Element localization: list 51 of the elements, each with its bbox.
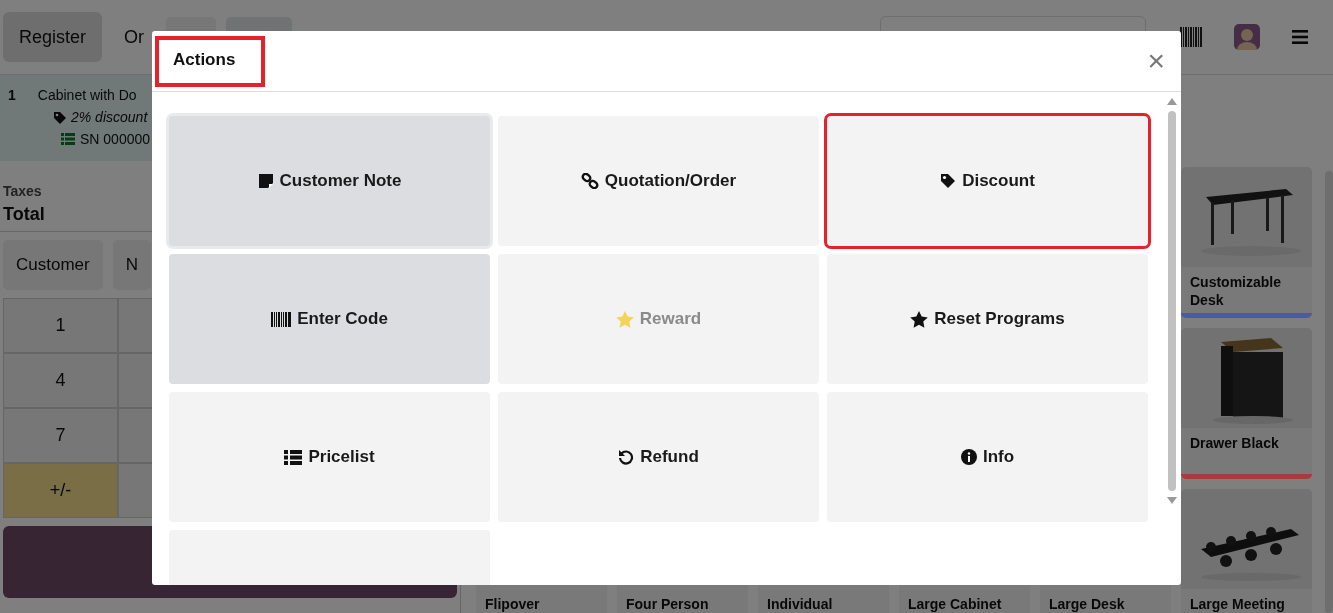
- star-icon: [910, 310, 929, 328]
- product-name: Large Cabinet: [907, 595, 1003, 613]
- taxes-label: Taxes: [3, 183, 43, 199]
- star-icon: [615, 310, 634, 328]
- tag-icon: [940, 173, 957, 189]
- scroll-up-icon: [1167, 98, 1177, 105]
- control-button[interactable]: N: [112, 240, 151, 290]
- product-name: Four Person: [625, 595, 710, 613]
- tag-icon: [53, 110, 66, 124]
- numpad-key[interactable]: 7: [3, 408, 118, 463]
- nav-tab[interactable]: Or: [112, 12, 157, 62]
- product-name: Individual: [766, 595, 834, 613]
- product-name: Customizable Desk: [1189, 273, 1282, 310]
- product-card[interactable]: Large Meeting: [1181, 489, 1312, 613]
- close-button[interactable]: ×: [1141, 46, 1171, 76]
- scroll-down-icon: [1167, 497, 1177, 504]
- numpad-key[interactable]: 1: [3, 298, 118, 353]
- serial-number: SN 000000: [80, 131, 151, 147]
- nav-tab[interactable]: Register: [3, 12, 103, 62]
- action-tile[interactable]: Pricelist: [169, 392, 490, 522]
- numpad-key[interactable]: +/-: [3, 463, 118, 518]
- product-name: Cabinet with Do: [37, 87, 137, 103]
- product-name: Large Meeting: [1189, 595, 1286, 613]
- dialog-title: Actions: [155, 35, 266, 87]
- barcode-icon: [1180, 27, 1202, 47]
- product-card[interactable]: Customizable Desk: [1181, 167, 1312, 318]
- undo-icon: [618, 449, 635, 465]
- product-name: Drawer Black: [1189, 434, 1280, 453]
- action-tile[interactable]: Customer Note: [169, 116, 490, 246]
- discount-text: 2% discount: [71, 109, 148, 125]
- action-tile[interactable]: Info: [827, 392, 1148, 522]
- product-card[interactable]: Drawer Black: [1181, 328, 1312, 479]
- note-icon: [257, 173, 274, 189]
- action-tile[interactable]: Enter Code: [169, 254, 490, 384]
- action-tile[interactable]: Reset Programs: [827, 254, 1148, 384]
- product-name: Large Desk: [1048, 595, 1126, 613]
- action-tile[interactable]: Refund: [498, 392, 819, 522]
- total-label: Total: [3, 204, 46, 225]
- action-tile[interactable]: Quotation/Order: [498, 116, 819, 246]
- avatar-icon: [1234, 24, 1260, 50]
- link-icon: [580, 173, 599, 189]
- menu-icon: [1292, 30, 1308, 44]
- action-tile[interactable]: Discount: [827, 116, 1148, 246]
- control-button[interactable]: Customer: [3, 240, 103, 290]
- list-icon: [284, 449, 303, 465]
- info-icon: [960, 449, 977, 465]
- numpad-key[interactable]: 4: [3, 353, 118, 408]
- quantity-text: 1: [8, 87, 16, 103]
- list-icon: [61, 133, 75, 145]
- barcode-icon: [271, 311, 292, 327]
- product-name: Flipover: [484, 595, 541, 613]
